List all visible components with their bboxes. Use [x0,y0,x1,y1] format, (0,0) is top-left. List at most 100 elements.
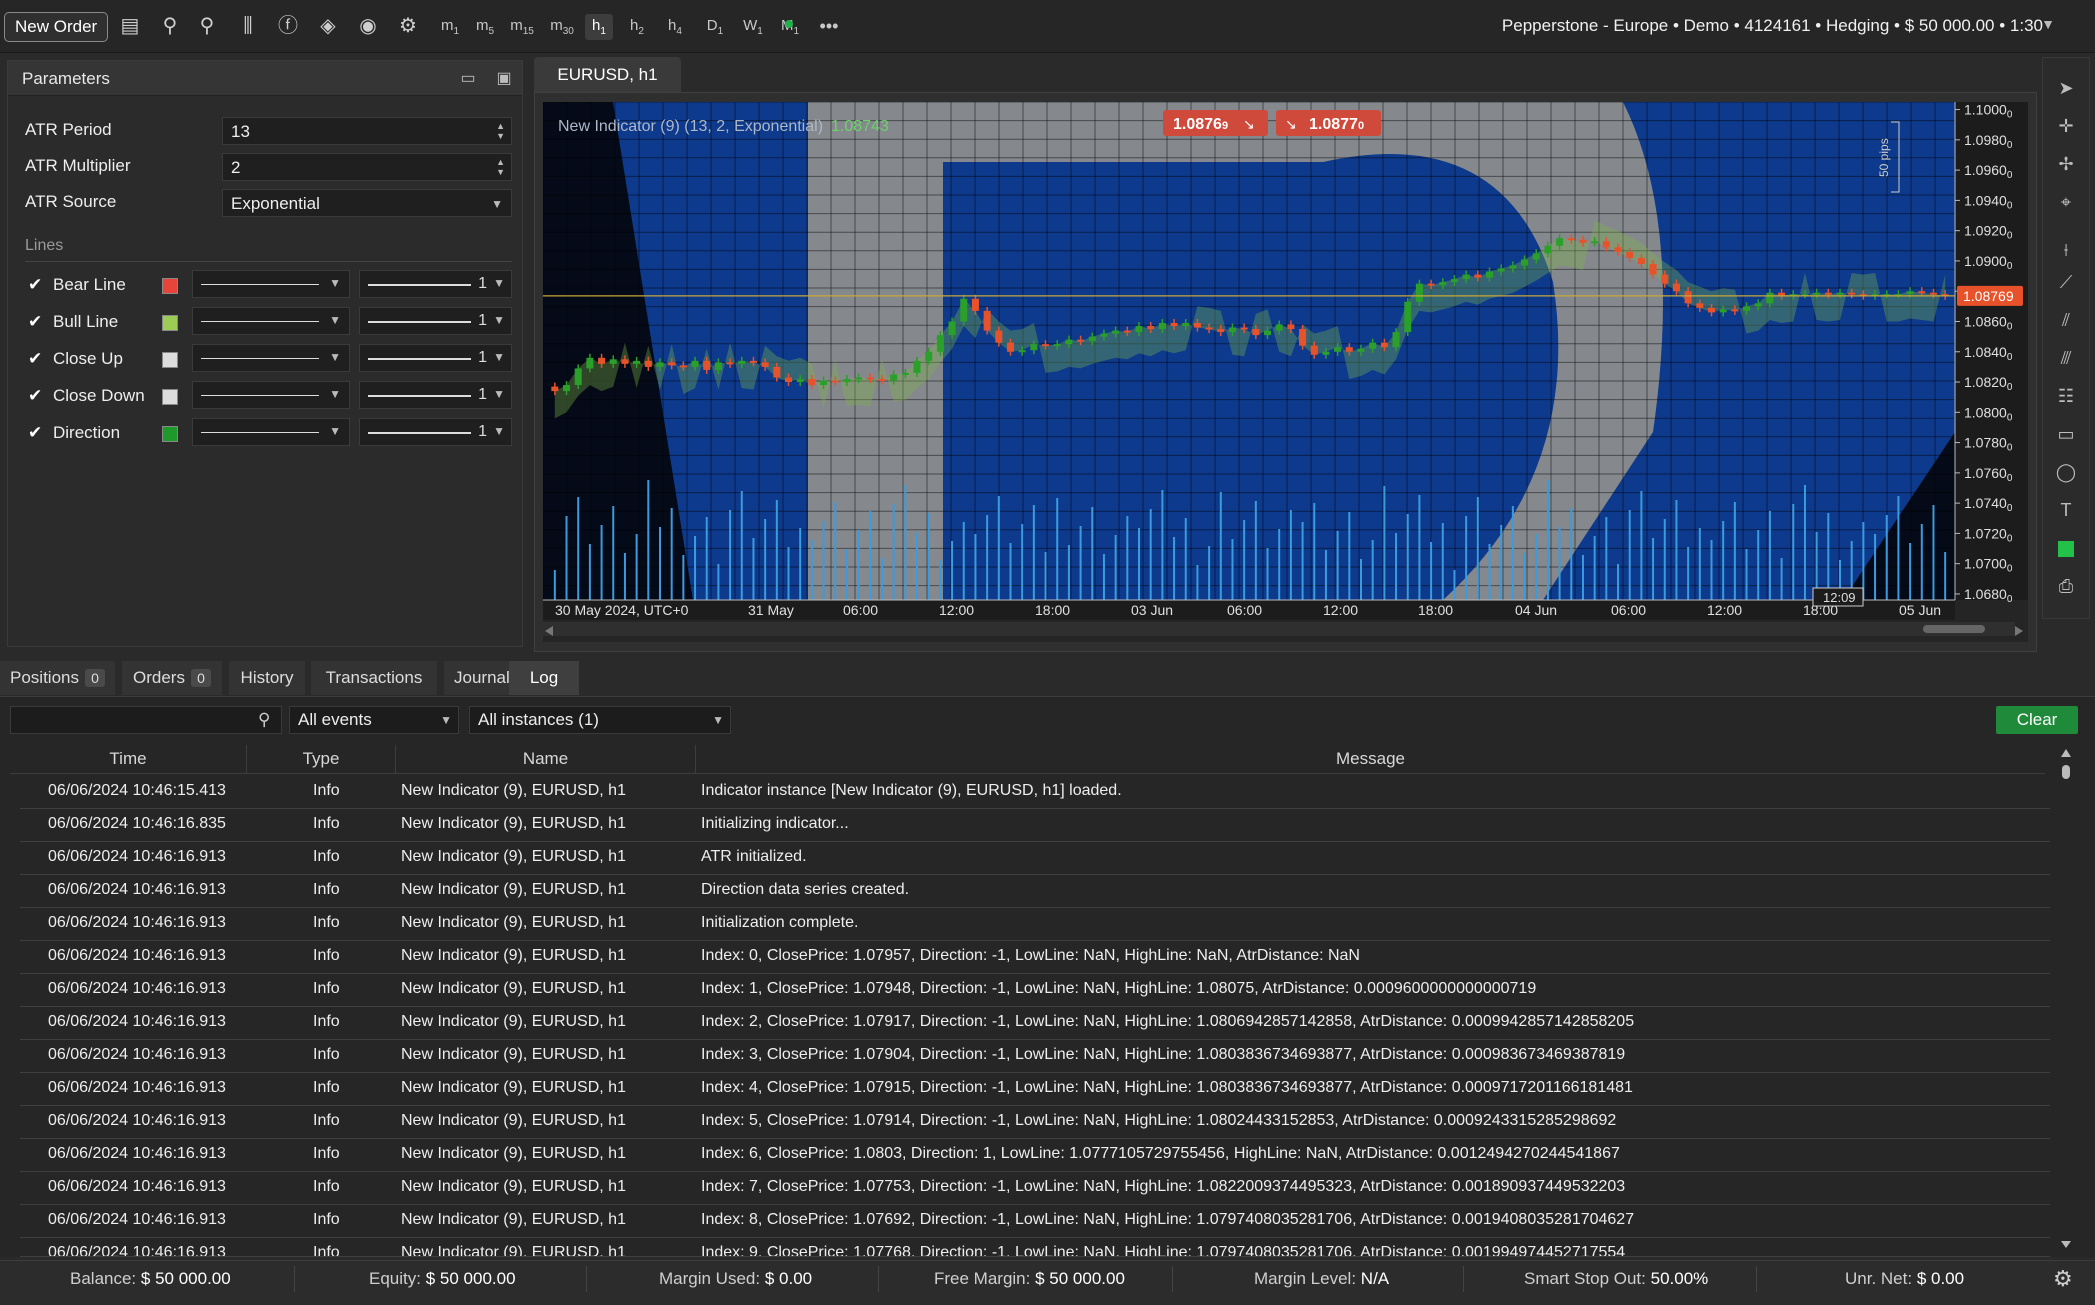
clear-log-button[interactable]: Clear [1996,706,2078,734]
parallel-lines-icon[interactable]: ⫻ [2052,344,2080,372]
color-swatch-bear-line[interactable] [162,278,178,294]
eye-icon[interactable]: ◉ [353,12,383,40]
line-width-select-direction[interactable]: 1 ▼ [359,418,512,446]
log-row[interactable]: 06/06/2024 10:46:16.913 Info New Indicator… [20,973,2050,1007]
facebook-icon[interactable]: ⓕ [273,12,303,40]
sell-price-button[interactable]: 1.08769 ↘ [1163,110,1268,136]
timeframe-W1[interactable]: W1 [739,14,767,40]
line-width-select-bull-line[interactable]: 1 ▼ [359,307,512,335]
color-swatch-direction[interactable] [162,426,178,442]
checkbox-bear-line[interactable]: ✔ [28,276,44,293]
tab-orders[interactable]: Orders 0 [122,661,222,695]
timeframe-h2[interactable]: h2 [623,14,651,40]
open-folder-icon[interactable]: ▭ [457,68,479,88]
log-row[interactable]: 06/06/2024 10:46:16.913 Info New Indicator… [20,907,2050,941]
settings-gear-icon[interactable]: ⚙ [2053,1264,2073,1294]
events-filter-select[interactable]: All events ▼ [289,706,459,734]
line-style-select-bull-line[interactable]: ▼ [192,307,350,335]
param-input-atr-source[interactable]: Exponential ▼ [222,189,512,217]
text-icon[interactable]: T [2052,496,2080,524]
log-row[interactable]: 06/06/2024 10:46:16.913 Info New Indicator… [20,1072,2050,1106]
price-chart[interactable]: 1.100001.098001.096001.094001.092001.090… [543,102,2028,642]
param-input-atr-period[interactable]: 13 ▲ ▼ [222,117,512,145]
checkbox-close-down[interactable]: ✔ [28,387,44,404]
vertical-line-icon[interactable]: ⟊ [2052,236,2080,264]
timeframe-D1[interactable]: D1 [701,14,729,40]
timeframe-h1[interactable]: h1 [585,14,613,40]
log-row[interactable]: 06/06/2024 10:46:16.913 Info New Indicator… [20,1204,2050,1238]
chevron-down-icon: ▼ [329,387,341,401]
rectangle-icon[interactable]: ▭ [2052,420,2080,448]
ellipse-icon[interactable]: ◯ [2052,458,2080,486]
tab-log[interactable]: Log [509,661,579,695]
checkbox-direction[interactable]: ✔ [28,424,44,441]
account-dropdown-icon[interactable]: ▼ [2041,16,2055,32]
checkbox-bull-line[interactable]: ✔ [28,313,44,330]
timeframe-sub: 1 [793,26,800,37]
camera-icon[interactable]: ⎙ [2052,572,2080,600]
layout-icon[interactable]: ▤ [115,12,145,40]
timeframe-h4[interactable]: h4 [661,14,689,40]
timeframe-m15[interactable]: m15 [508,14,536,40]
line-width-select-close-down[interactable]: 1 ▼ [359,381,512,409]
crosshair-plus-icon[interactable]: ✢ [2052,150,2080,178]
log-row[interactable]: 06/06/2024 10:46:16.913 Info New Indicator… [20,1039,2050,1073]
log-row[interactable]: 06/06/2024 10:46:16.913 Info New Indicator… [20,940,2050,974]
fibonacci-icon[interactable]: ☷ [2052,382,2080,410]
log-search-input[interactable] [10,706,282,734]
instances-filter-select[interactable]: All instances (1) ▼ [469,706,731,734]
cursor-icon[interactable]: ➤ [2052,74,2080,102]
line-width-select-close-up[interactable]: 1 ▼ [359,344,512,372]
param-input-atr-multiplier[interactable]: 2 ▲ ▼ [222,153,512,181]
color-swatch-close-down[interactable] [162,389,178,405]
log-row[interactable]: 06/06/2024 10:46:15.413 Info New Indicator… [20,775,2050,809]
color-picker-icon[interactable] [2052,534,2080,562]
line-style-select-bear-line[interactable]: ▼ [192,270,350,298]
buy-price-button[interactable]: ↘ 1.08770 [1276,110,1381,136]
log-row[interactable]: 06/06/2024 10:46:16.913 Info New Indicator… [20,1171,2050,1205]
log-row[interactable]: 06/06/2024 10:46:16.913 Info New Indicator… [20,1006,2050,1040]
more-timeframes-button[interactable]: ••• [814,14,844,40]
settings-edit-icon[interactable]: ⚙ [393,12,423,40]
log-scrollbar[interactable] [2058,745,2074,1250]
save-icon[interactable]: ▣ [493,68,515,88]
log-row[interactable]: 06/06/2024 10:46:16.913 Info New Indicator… [20,874,2050,908]
log-row[interactable]: 06/06/2024 10:46:16.913 Info New Indicator… [20,841,2050,875]
line-style-select-close-down[interactable]: ▼ [192,381,350,409]
timeframe-m30[interactable]: m30 [548,14,576,40]
tab-transactions[interactable]: Transactions [311,661,437,695]
zoom-out-icon[interactable]: ⚲ [155,12,185,40]
layers-icon[interactable]: ◈ [313,12,343,40]
zoom-in-icon[interactable]: ⚲ [192,12,222,40]
chevron-down-icon: ▼ [712,713,724,727]
ruler-icon[interactable]: ⌖ [2052,188,2080,216]
log-row[interactable]: 06/06/2024 10:46:16.835 Info New Indicator… [20,808,2050,842]
tab-history[interactable]: History [229,661,305,695]
line-style-select-direction[interactable]: ▼ [192,418,350,446]
color-swatch-bull-line[interactable] [162,315,178,331]
account-info[interactable]: Pepperstone - Europe • Demo • 4124161 • … [1502,16,2043,36]
stepper-arrows-icon[interactable]: ▲ ▼ [496,157,505,177]
color-swatch-close-up[interactable] [162,352,178,368]
column-header-name[interactable]: Name [396,745,696,773]
chart-tab-eurusd[interactable]: EURUSD, h1 [534,57,681,93]
column-header-message[interactable]: Message [696,745,2045,773]
chart-type-icon[interactable]: ⫼ [233,12,263,40]
new-order-button[interactable]: New Order [4,12,109,42]
tab-positions[interactable]: Positions 0 [0,661,115,695]
log-row[interactable]: 06/06/2024 10:46:16.913 Info New Indicator… [20,1237,2050,1257]
search-icon[interactable]: ⚲ [258,706,278,734]
column-header-time[interactable]: Time [10,745,247,773]
timeframe-m5[interactable]: m5 [471,14,499,40]
timeframe-m1[interactable]: m1 [436,14,464,40]
trend-line-icon[interactable]: ⟋ [2052,268,2080,296]
checkbox-close-up[interactable]: ✔ [28,350,44,367]
stepper-arrows-icon[interactable]: ▲ ▼ [496,121,505,141]
log-row[interactable]: 06/06/2024 10:46:16.913 Info New Indicator… [20,1138,2050,1172]
crosshair-icon[interactable]: ✛ [2052,112,2080,140]
line-width-select-bear-line[interactable]: 1 ▼ [359,270,512,298]
line-style-select-close-up[interactable]: ▼ [192,344,350,372]
column-header-type[interactable]: Type [247,745,396,773]
pitchfork-icon[interactable]: ⫽ [2052,306,2080,334]
log-row[interactable]: 06/06/2024 10:46:16.913 Info New Indicator… [20,1105,2050,1139]
